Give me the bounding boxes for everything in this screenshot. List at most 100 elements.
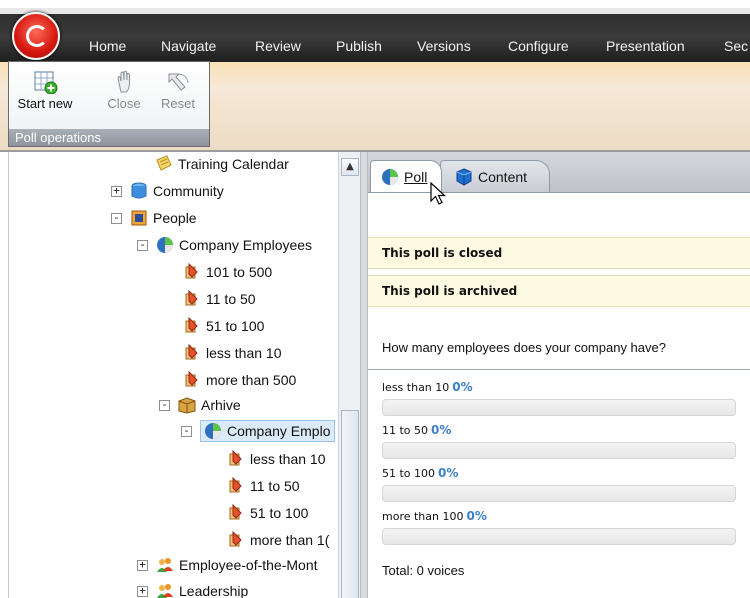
calendar-icon [156, 155, 172, 171]
cube-icon [456, 167, 472, 186]
scroll-up-button[interactable]: ▲ [341, 158, 359, 176]
tree-node-label: Leadership [179, 583, 249, 598]
answer-text: less than 10 [382, 381, 450, 394]
answer-icon [229, 504, 242, 520]
answer-icon [185, 344, 198, 360]
collapse-toggle[interactable]: - [181, 425, 192, 437]
collapse-toggle[interactable]: - [159, 399, 170, 411]
tree-node-answer[interactable]: 51 to 100 [183, 315, 264, 337]
poll-icon [382, 168, 398, 185]
menu-publish[interactable]: Publish [336, 38, 382, 54]
tab-poll-label: Poll [404, 168, 428, 185]
tree-node-company-employees[interactable]: - Company Employees [137, 234, 312, 256]
menu-versions[interactable]: Versions [417, 38, 471, 54]
tab-content[interactable]: Content [440, 160, 550, 192]
archive-box-icon [178, 397, 196, 414]
app-orb-button[interactable] [12, 12, 60, 60]
menu-home[interactable]: Home [89, 38, 126, 54]
tree-node-label: 11 to 50 [206, 291, 256, 307]
tree-node-answer[interactable]: 11 to 50 [227, 475, 300, 497]
answer-icon [229, 531, 242, 547]
poll-question: How many employees does your company hav… [382, 340, 666, 355]
tree-node-label: less than 10 [250, 451, 326, 467]
expand-toggle[interactable]: + [137, 585, 148, 597]
reset-arrow-icon [168, 73, 189, 91]
question-divider [368, 369, 750, 370]
menu-presentation[interactable]: Presentation [606, 38, 685, 54]
tree-node-label: 51 to 100 [206, 318, 265, 334]
tree-node-label: 51 to 100 [250, 505, 309, 521]
tree-node-answer[interactable]: less than 10 [183, 342, 282, 364]
tree-node-answer[interactable]: less than 10 [227, 448, 326, 470]
menu-security[interactable]: Sec [724, 38, 748, 54]
poll-view: This poll is closed This poll is archive… [368, 192, 750, 598]
editor-pane: Poll Content This poll is closed This po… [368, 152, 750, 598]
content-tree: Training Calendar + Community - People -… [8, 152, 338, 598]
tree-node-company-employees-archived[interactable]: - Company Emplo [181, 420, 335, 442]
answer-bar [382, 442, 736, 459]
poll-archived-notice: This poll is archived [368, 275, 750, 307]
answer-percent: 0% [466, 509, 487, 523]
poll-answer: 11 to 50 0% [382, 423, 738, 459]
reset-label: Reset [161, 96, 195, 111]
menu-configure[interactable]: Configure [508, 38, 569, 54]
orb-logo-icon [26, 25, 48, 47]
answer-text: 51 to 100 [382, 467, 436, 480]
poll-answer: 51 to 100 0% [382, 466, 738, 502]
answer-percent: 0% [452, 380, 473, 394]
tree-node-leadership[interactable]: + Leadership [137, 580, 248, 598]
collapse-toggle[interactable]: - [111, 212, 122, 224]
tree-node-label: 11 to 50 [250, 478, 300, 494]
tree-node-training-calendar[interactable]: Training Calendar [155, 153, 289, 175]
hand-icon [117, 70, 130, 93]
close-button[interactable]: Close [103, 70, 145, 111]
answer-text: 11 to 50 [382, 424, 429, 437]
cms-desk-window: Home Navigate Review Publish Versions Co… [0, 0, 750, 598]
menu-navigate[interactable]: Navigate [161, 38, 216, 54]
tree-node-answer[interactable]: more than 1( [227, 529, 329, 551]
selected-node-highlight: Company Emplo [200, 420, 335, 442]
poll-answer: less than 10 0% [382, 380, 738, 416]
tree-scrollbar[interactable]: ▲ [338, 152, 360, 598]
reset-button[interactable]: Reset [157, 70, 199, 111]
answer-icon [229, 477, 242, 493]
poll-icon [205, 423, 221, 439]
tree-node-answer[interactable]: 11 to 50 [183, 288, 256, 310]
start-new-label: Start new [17, 96, 73, 111]
expand-toggle[interactable]: + [137, 559, 148, 571]
tree-node-label: People [153, 210, 197, 226]
tree-node-answer[interactable]: 51 to 100 [227, 502, 308, 524]
people-icon [157, 584, 173, 598]
pane-splitter[interactable] [360, 152, 368, 598]
tree-node-label: Company Employees [179, 237, 313, 253]
tree-node-community[interactable]: + Community [111, 180, 224, 202]
tree-node-label: Training Calendar [178, 156, 289, 172]
folder-icon [131, 210, 147, 226]
tree-node-label: more than 500 [206, 372, 297, 388]
grid-add-icon [34, 71, 58, 94]
collapse-toggle[interactable]: - [137, 239, 148, 251]
menu-review[interactable]: Review [255, 38, 301, 54]
answer-percent: 0% [431, 423, 452, 437]
tree-node-label: more than 1( [250, 532, 330, 548]
tree-node-answer[interactable]: 101 to 500 [183, 261, 272, 283]
tree-node-label: Company Emplo [227, 423, 331, 439]
tree-node-answer[interactable]: more than 500 [183, 369, 296, 391]
answer-icon [185, 317, 198, 333]
tree-node-employee-of-the-month[interactable]: + Employee-of-the-Mont [137, 554, 318, 576]
start-new-button[interactable]: Start new [11, 70, 79, 111]
tree-node-people[interactable]: - People [111, 207, 197, 229]
answer-bar [382, 399, 736, 416]
answer-bar [382, 528, 736, 545]
tree-node-label: Community [153, 183, 224, 199]
ribbon-menu-bar: Home Navigate Review Publish Versions Co… [0, 8, 750, 62]
answer-icon [229, 450, 242, 466]
tree-node-label: less than 10 [206, 345, 282, 361]
answer-text: more than 100 [382, 510, 464, 523]
answer-bar [382, 485, 736, 502]
expand-toggle[interactable]: + [111, 185, 122, 197]
poll-closed-notice: This poll is closed [368, 237, 750, 269]
tree-node-label: 101 to 500 [206, 264, 273, 280]
scroll-thumb[interactable] [341, 410, 359, 598]
tree-node-archive[interactable]: - Arhive [159, 394, 241, 416]
